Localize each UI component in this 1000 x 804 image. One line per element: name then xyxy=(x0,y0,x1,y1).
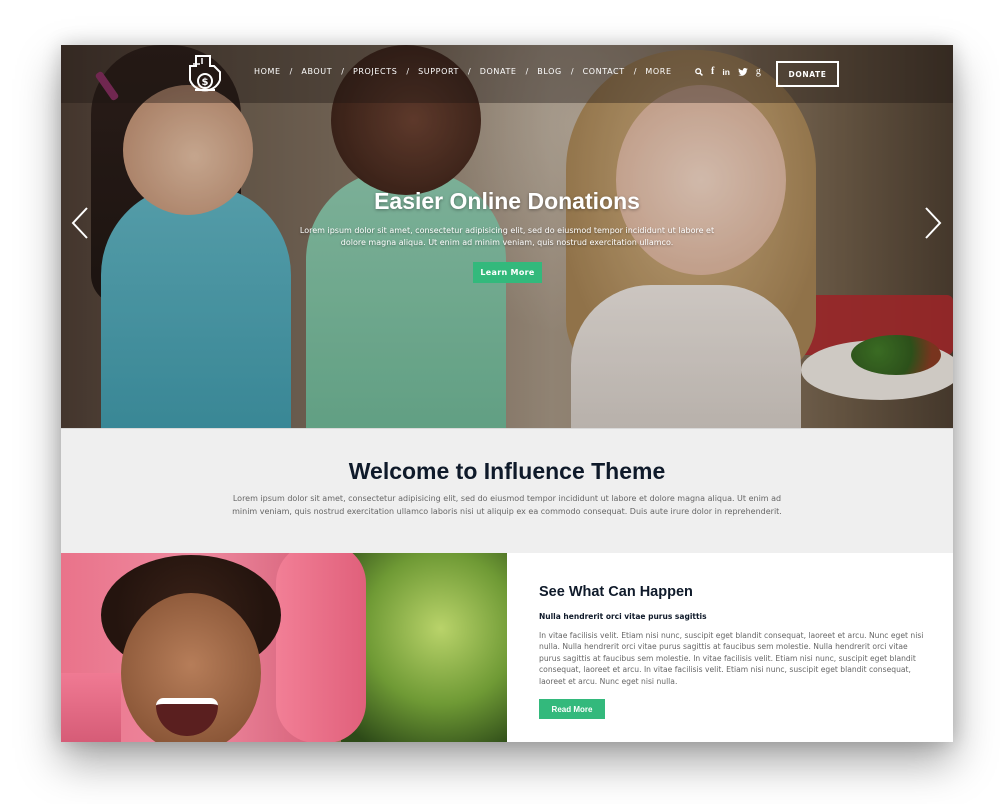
nav-more[interactable]: MORE xyxy=(645,67,671,76)
nav-projects[interactable]: PROJECTS xyxy=(353,67,397,76)
read-more-button[interactable]: Read More xyxy=(539,699,605,719)
nav-separator: / xyxy=(341,67,344,76)
nav-home[interactable]: HOME xyxy=(254,67,281,76)
nav-donate[interactable]: DONATE xyxy=(480,67,517,76)
child-laughing-photo xyxy=(61,553,507,742)
top-navigation: $ HOME / ABOUT / PROJECTS / SUPPORT / DO… xyxy=(61,45,953,103)
feature-section: See What Can Happen Nulla hendrerit orci… xyxy=(507,553,953,742)
nav-separator: / xyxy=(468,67,471,76)
facebook-icon[interactable]: f xyxy=(711,66,714,77)
nav-separator: / xyxy=(633,67,637,76)
hero-title: Easier Online Donations xyxy=(374,188,640,214)
nav-separator: / xyxy=(525,67,529,76)
hero-description: Lorem ipsum dolor sit amet, consectetur … xyxy=(299,226,715,247)
welcome-text: Lorem ipsum dolor sit amet, consectetur … xyxy=(232,494,782,516)
main-menu: HOME / ABOUT / PROJECTS / SUPPORT / DONA… xyxy=(254,67,672,76)
donation-logo-icon[interactable]: $ xyxy=(180,50,228,98)
photo-sweater xyxy=(61,673,121,742)
nav-about[interactable]: ABOUT xyxy=(301,67,332,76)
social-links: f in g xyxy=(695,66,761,77)
search-icon[interactable] xyxy=(695,67,703,76)
nav-blog[interactable]: BLOG xyxy=(537,67,562,76)
donate-button[interactable]: DONATE xyxy=(776,61,839,87)
feature-title: See What Can Happen xyxy=(539,584,693,600)
linkedin-icon[interactable]: in xyxy=(722,67,730,77)
nav-separator: / xyxy=(289,67,293,76)
feature-text: In vitae facilisis velit. Etiam nisi nun… xyxy=(539,631,924,686)
google-plus-icon[interactable]: g xyxy=(756,66,761,77)
website-preview: $ HOME / ABOUT / PROJECTS / SUPPORT / DO… xyxy=(61,45,953,742)
welcome-title: Welcome to Influence Theme xyxy=(348,458,666,484)
nav-separator: / xyxy=(570,67,574,76)
hero-slider: $ HOME / ABOUT / PROJECTS / SUPPORT / DO… xyxy=(61,45,953,428)
learn-more-button[interactable]: Learn More xyxy=(473,262,542,283)
feature-subtitle: Nulla hendrerit orci vitae purus sagitti… xyxy=(539,612,707,621)
nav-support[interactable]: SUPPORT xyxy=(418,67,459,76)
nav-contact[interactable]: CONTACT xyxy=(583,67,625,76)
twitter-icon[interactable] xyxy=(738,67,748,76)
photo-adult-arm xyxy=(276,553,366,742)
nav-separator: / xyxy=(406,67,410,76)
svg-text:$: $ xyxy=(202,77,209,88)
welcome-section: Welcome to Influence Theme Lorem ipsum d… xyxy=(61,428,953,553)
